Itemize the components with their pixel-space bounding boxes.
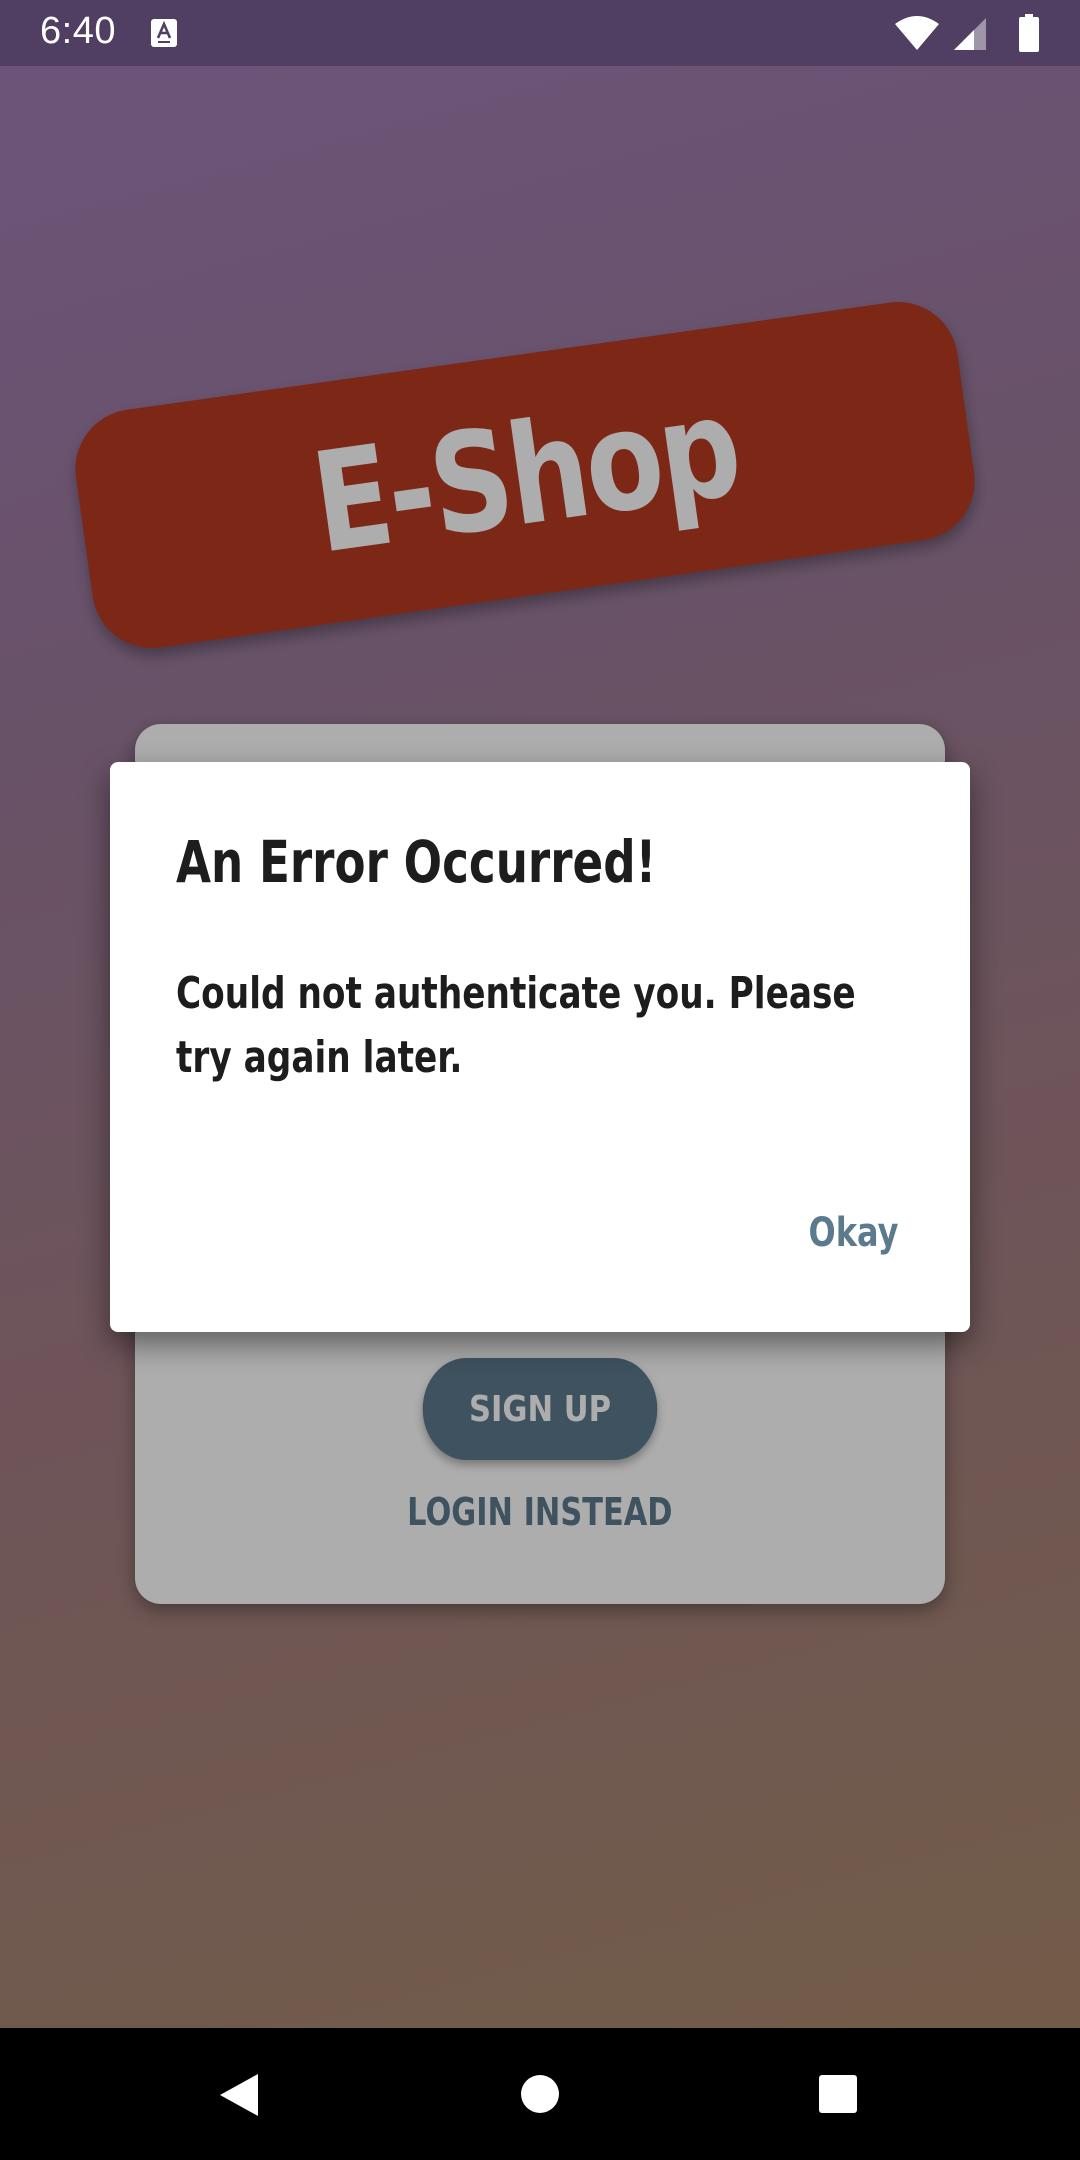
recents-icon[interactable] [818,2074,858,2114]
navigation-bar [0,2028,1080,2160]
okay-button[interactable]: Okay [808,1210,898,1256]
dialog-message: Could not authenticate you. Please try a… [176,968,856,1083]
status-time: 6:40 [40,10,116,52]
status-bar: 6:40 [0,0,1080,66]
a-notification-icon [151,19,177,47]
signal-icon [954,18,986,50]
error-dialog: An Error Occurred! Could not authenticat… [110,762,970,1332]
app-screen: 6:40 E-Shop SIGN UP LOGIN INSTEAD An Err… [0,0,1080,2160]
dialog-title: An Error Occurred! [176,828,657,896]
home-icon[interactable] [520,2074,560,2114]
back-icon[interactable] [218,2072,260,2118]
wifi-icon [895,16,939,50]
battery-icon [1019,14,1039,52]
